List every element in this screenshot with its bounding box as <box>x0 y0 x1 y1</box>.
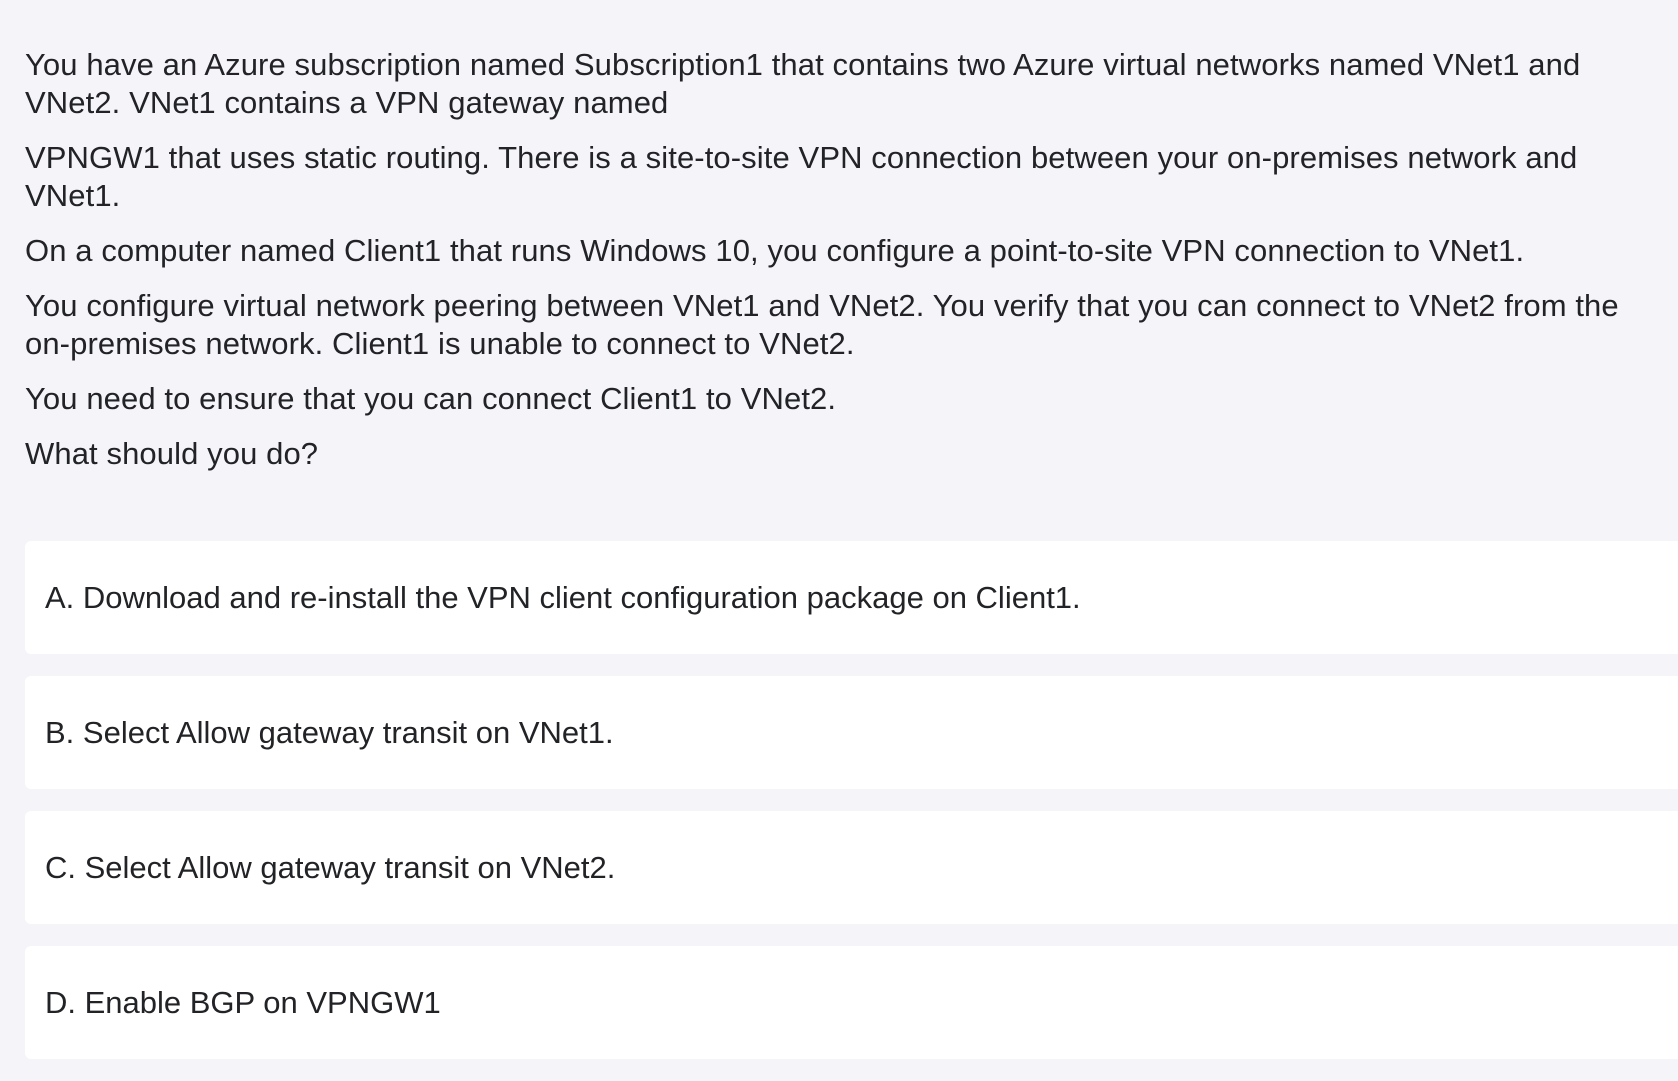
question-paragraph: You configure virtual network peering be… <box>25 288 1619 361</box>
question-prompt: What should you do? <box>25 436 319 471</box>
question-paragraph: VPNGW1 that uses static routing. There i… <box>25 140 1578 213</box>
option-label: B. Select Allow gateway transit on VNet1… <box>45 714 614 750</box>
option-label: A. Download and re-install the VPN clien… <box>45 579 1081 615</box>
question-paragraph: You have an Azure subscription named Sub… <box>25 47 1581 120</box>
option-c[interactable]: C. Select Allow gateway transit on VNet2… <box>25 811 1678 924</box>
option-b[interactable]: B. Select Allow gateway transit on VNet1… <box>25 676 1678 789</box>
option-label: D. Enable BGP on VPNGW1 <box>45 984 441 1020</box>
option-label: C. Select Allow gateway transit on VNet2… <box>45 849 616 885</box>
question-text: You have an Azure subscription named Sub… <box>25 46 1665 490</box>
answer-options: A. Download and re-install the VPN clien… <box>25 541 1678 1081</box>
option-d[interactable]: D. Enable BGP on VPNGW1 <box>25 946 1678 1059</box>
option-a[interactable]: A. Download and re-install the VPN clien… <box>25 541 1678 654</box>
question-paragraph: On a computer named Client1 that runs Wi… <box>25 233 1525 268</box>
question-paragraph: You need to ensure that you can connect … <box>25 381 837 416</box>
